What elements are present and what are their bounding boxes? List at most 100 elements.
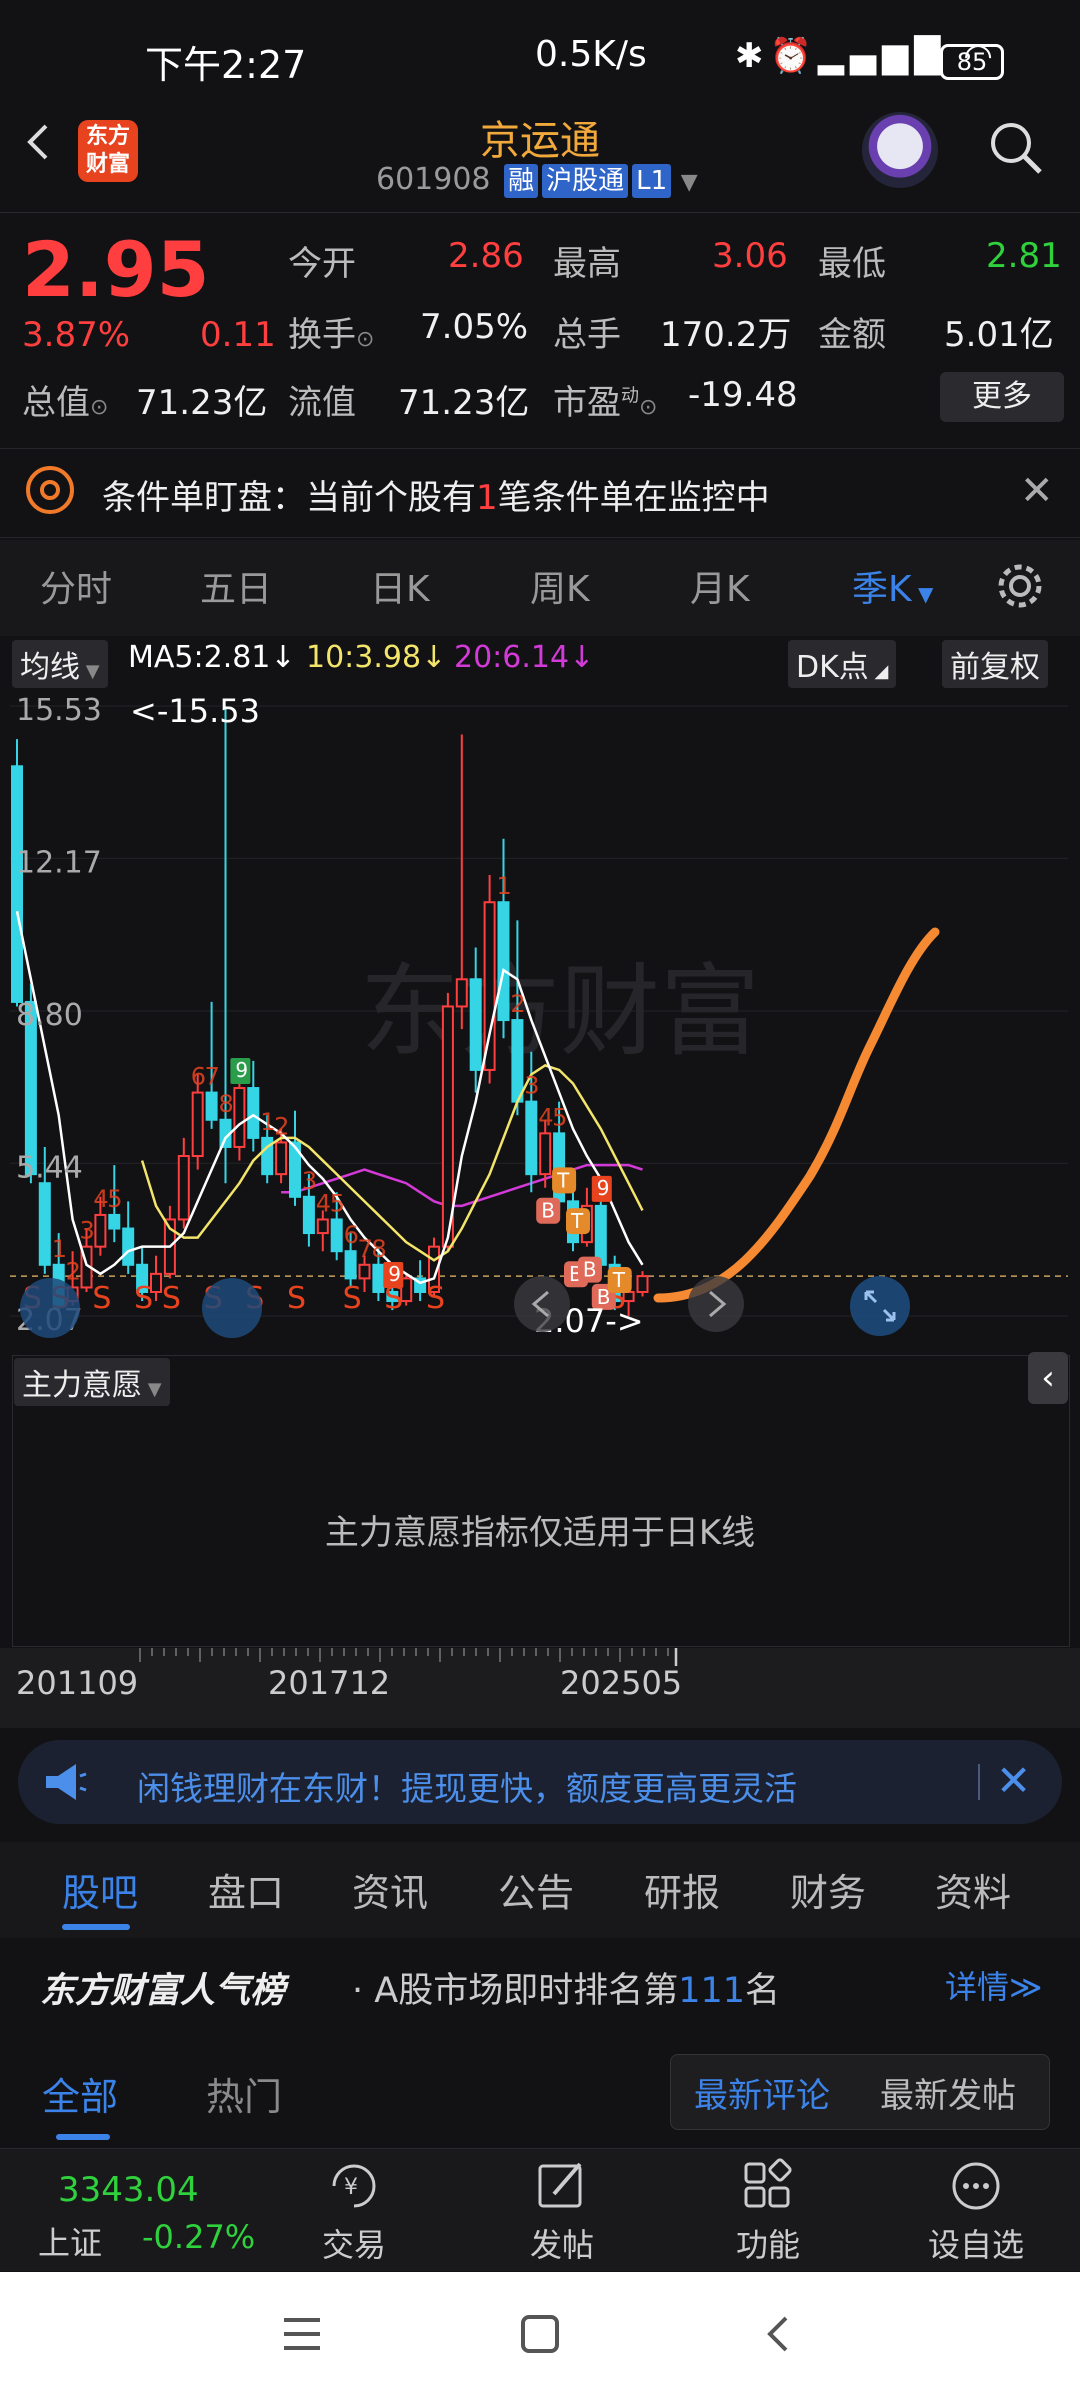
y-tick-label: 15.53 bbox=[16, 693, 102, 728]
candle-body bbox=[275, 1141, 288, 1176]
candle-body bbox=[497, 901, 510, 1022]
notice-text: 条件单盯盘：当前个股有1笔条件单在监控中 bbox=[102, 478, 770, 518]
indicator-selector[interactable]: 主力意愿 ▼ bbox=[14, 1358, 170, 1406]
tab-finance[interactable]: 财务 bbox=[790, 1862, 866, 1917]
stock-code: 601908 bbox=[376, 162, 491, 197]
nav-back-icon[interactable] bbox=[762, 2314, 792, 2354]
candle-body bbox=[302, 1195, 315, 1235]
trade-button[interactable]: 交易 bbox=[294, 2220, 414, 2266]
search-icon[interactable] bbox=[986, 118, 1046, 178]
tab-forum[interactable]: 股吧 bbox=[62, 1862, 138, 1917]
sequence-number: 3 bbox=[80, 1217, 95, 1245]
feed-tab-hot[interactable]: 热门 bbox=[206, 2066, 282, 2121]
sell-signal: S bbox=[287, 1281, 306, 1316]
date-label: 201712 bbox=[268, 1664, 391, 1702]
trade-icon[interactable]: ¥ bbox=[326, 2158, 382, 2214]
sequence-number: 2 bbox=[510, 990, 525, 1018]
sequence-number: 7 bbox=[205, 1063, 220, 1091]
feed-tab-all[interactable]: 全部 bbox=[42, 2066, 118, 2121]
tab-intraday[interactable]: 分时 bbox=[40, 560, 112, 612]
scroll-left-icon[interactable] bbox=[20, 1278, 80, 1338]
functions-button[interactable]: 功能 bbox=[708, 2220, 828, 2266]
home-icon[interactable] bbox=[520, 2314, 560, 2354]
sequence-number: 3 bbox=[524, 1072, 539, 1100]
amount-value: 5.01亿 bbox=[944, 315, 1054, 355]
high-label: 最高 bbox=[553, 244, 621, 284]
sell-signal: S bbox=[92, 1281, 111, 1316]
post-icon[interactable] bbox=[534, 2158, 590, 2214]
tab-quarterly-k[interactable]: 季K ▼ bbox=[852, 560, 933, 612]
ad-close-icon[interactable]: ✕ bbox=[996, 1756, 1031, 1805]
assistant-robot-icon[interactable] bbox=[862, 112, 938, 188]
kline-chart[interactable]: 东方财富 123456789123456789123459SSSSSSSSSSS… bbox=[10, 636, 1068, 1352]
current-price: 2.95 bbox=[22, 225, 210, 314]
candle-body bbox=[205, 1091, 218, 1121]
pe-value: -19.48 bbox=[688, 375, 798, 415]
ad-text: 闲钱理财在东财！提现更快，额度更高更灵活 bbox=[137, 1769, 797, 1808]
date-label: 201109 bbox=[16, 1664, 139, 1702]
network-speed: 0.5K/s bbox=[535, 34, 647, 75]
nine-signal-number: 9 bbox=[597, 1176, 610, 1200]
candle-body bbox=[191, 1091, 204, 1158]
index-value[interactable]: 3343.04 bbox=[58, 2170, 199, 2210]
candle-body bbox=[122, 1227, 135, 1266]
menu-icon[interactable] bbox=[282, 2316, 322, 2352]
volume-label: 总手 bbox=[553, 315, 621, 355]
change-percent: 3.87% bbox=[22, 315, 131, 355]
feed-tab-indicator bbox=[56, 2134, 110, 2140]
tab-announcements[interactable]: 公告 bbox=[498, 1862, 574, 1917]
fullscreen-icon[interactable] bbox=[850, 1276, 910, 1336]
max-price-label: <-15.53 bbox=[130, 692, 260, 730]
rank-detail-link[interactable]: 详情≫ bbox=[945, 1962, 1043, 2008]
candle-body bbox=[344, 1250, 357, 1280]
gear-icon[interactable] bbox=[994, 560, 1046, 612]
tab-research[interactable]: 研报 bbox=[644, 1862, 720, 1917]
candle-body bbox=[233, 1087, 246, 1148]
post-button[interactable]: 发帖 bbox=[502, 2220, 622, 2266]
tab-handicap[interactable]: 盘口 bbox=[208, 1862, 284, 1917]
pe-label: 市盈动⊙ bbox=[553, 383, 658, 423]
tab-news[interactable]: 资讯 bbox=[352, 1862, 428, 1917]
add-watchlist-button[interactable]: 设自选 bbox=[916, 2220, 1036, 2266]
stock-code-line[interactable]: 601908 融沪股通 L1 ▼ bbox=[376, 162, 698, 198]
market-cap-label: 总值⊙ bbox=[22, 383, 109, 423]
margin-tag: 融 bbox=[504, 164, 539, 198]
candle-body bbox=[469, 978, 482, 1071]
change-amount: 0.11 bbox=[200, 315, 276, 355]
ad-divider bbox=[978, 1764, 980, 1800]
candle-body bbox=[358, 1263, 371, 1280]
sell-signal: S bbox=[426, 1281, 445, 1316]
speaker-icon bbox=[46, 1764, 87, 1800]
tab-daily-k[interactable]: 日K bbox=[370, 560, 430, 612]
indicator-panel bbox=[12, 1355, 1070, 1647]
functions-icon[interactable] bbox=[740, 2158, 796, 2214]
sort-latest-comment[interactable]: 最新评论 bbox=[694, 2068, 830, 2117]
t-signal: T bbox=[570, 1209, 584, 1233]
candle-body bbox=[511, 1019, 524, 1103]
candle-body bbox=[636, 1275, 649, 1293]
sort-latest-post[interactable]: 最新发帖 bbox=[880, 2068, 1016, 2117]
tab-monthly-k[interactable]: 月K bbox=[690, 560, 750, 612]
y-tick-label: 8.80 bbox=[16, 998, 83, 1033]
index-percent: -0.27% bbox=[142, 2218, 256, 2256]
tab-weekly-k[interactable]: 周K bbox=[530, 560, 590, 612]
more-dots-icon[interactable] bbox=[948, 2158, 1004, 2214]
candle-body bbox=[11, 765, 23, 1003]
tab-five-day[interactable]: 五日 bbox=[200, 560, 272, 612]
candle-body bbox=[108, 1213, 121, 1230]
date-axis[interactable] bbox=[0, 1648, 1080, 1728]
candle-body bbox=[247, 1087, 260, 1139]
zoom-out-icon[interactable] bbox=[202, 1278, 262, 1338]
more-button[interactable]: 更多 bbox=[940, 372, 1064, 422]
candle-body bbox=[316, 1218, 329, 1235]
close-icon[interactable]: ✕ bbox=[1020, 468, 1054, 514]
tab-profile[interactable]: 资料 bbox=[935, 1862, 1011, 1917]
level-tag: L1 bbox=[632, 164, 672, 198]
chevron-left-icon[interactable] bbox=[514, 1276, 570, 1332]
chevron-right-icon[interactable] bbox=[688, 1276, 744, 1332]
float-cap-value: 71.23亿 bbox=[398, 383, 530, 423]
sequence-number: 1 bbox=[497, 872, 512, 900]
active-tab-indicator bbox=[62, 1924, 130, 1930]
collapse-arrow-icon[interactable]: ‹ bbox=[1028, 1352, 1068, 1404]
market-cap-value: 71.23亿 bbox=[136, 383, 268, 423]
